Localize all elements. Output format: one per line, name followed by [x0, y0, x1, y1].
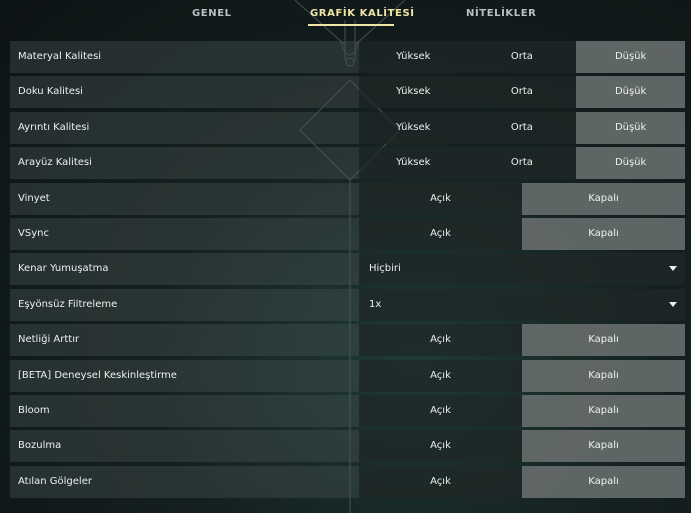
- option-off[interactable]: Kapalı: [522, 217, 685, 250]
- option-medium[interactable]: Orta: [468, 76, 577, 108]
- setting-row-improve-clarity: Netliği Arttır Açık Kapalı: [10, 324, 685, 357]
- option-on[interactable]: Açık: [359, 360, 522, 392]
- setting-row-ui-quality: Arayüz Kalitesi Yüksek Orta Düşük: [10, 147, 685, 180]
- setting-row-vsync: VSync Açık Kapalı: [10, 217, 685, 250]
- chevron-down-icon: [669, 266, 677, 272]
- setting-label: Arayüz Kalitesi: [18, 157, 92, 169]
- setting-label: [BETA] Deneysel Keskinleştirme: [18, 369, 177, 381]
- option-group: Yüksek Orta Düşük: [359, 147, 685, 180]
- tab-general[interactable]: GENEL: [192, 8, 232, 19]
- option-high[interactable]: Yüksek: [359, 147, 468, 179]
- setting-row-vignette: Vinyet Açık Kapalı: [10, 182, 685, 215]
- setting-label: Doku Kalitesi: [18, 86, 83, 98]
- tab-graphics-quality[interactable]: GRAFİK KALİTESİ: [310, 8, 415, 19]
- setting-row-bloom: Bloom Açık Kapalı: [10, 394, 685, 427]
- settings-list: Materyal Kalitesi Yüksek Orta Düşük Doku…: [10, 41, 685, 501]
- setting-label: Eşyönsüz Filtreleme: [18, 298, 118, 310]
- setting-row-distortion: Bozulma Açık Kapalı: [10, 430, 685, 463]
- option-low[interactable]: Düşük: [576, 111, 685, 144]
- option-group: Açık Kapalı: [359, 217, 685, 250]
- option-group: Açık Kapalı: [359, 182, 685, 215]
- option-off[interactable]: Kapalı: [522, 182, 685, 215]
- anti-aliasing-dropdown[interactable]: Hiçbiri: [359, 253, 685, 286]
- option-group: Yüksek Orta Düşük: [359, 41, 685, 73]
- setting-row-detail-quality: Ayrıntı Kalitesi Yüksek Orta Düşük: [10, 111, 685, 144]
- setting-label: Kenar Yumuşatma: [18, 263, 109, 275]
- option-group: Açık Kapalı: [359, 359, 685, 392]
- option-on[interactable]: Açık: [359, 324, 522, 356]
- option-low[interactable]: Düşük: [576, 76, 685, 109]
- option-off[interactable]: Kapalı: [522, 430, 685, 463]
- option-group: Yüksek Orta Düşük: [359, 76, 685, 109]
- setting-label: Bozulma: [18, 440, 62, 452]
- option-on[interactable]: Açık: [359, 395, 522, 427]
- option-off[interactable]: Kapalı: [522, 324, 685, 357]
- option-group: Açık Kapalı: [359, 324, 685, 357]
- option-medium[interactable]: Orta: [468, 41, 577, 73]
- setting-label: Bloom: [18, 404, 50, 416]
- setting-label: Vinyet: [18, 192, 50, 204]
- option-group: Açık Kapalı: [359, 430, 685, 463]
- tab-attributes[interactable]: NİTELİKLER: [466, 8, 537, 19]
- option-medium[interactable]: Orta: [468, 147, 577, 179]
- active-tab-indicator: [308, 24, 394, 26]
- option-on[interactable]: Açık: [359, 218, 522, 250]
- option-on[interactable]: Açık: [359, 430, 522, 462]
- tab-bar: GENEL GRAFİK KALİTESİ NİTELİKLER: [0, 0, 691, 32]
- option-medium[interactable]: Orta: [468, 112, 577, 144]
- option-high[interactable]: Yüksek: [359, 76, 468, 108]
- option-low[interactable]: Düşük: [576, 147, 685, 180]
- dropdown-value: 1x: [369, 298, 382, 310]
- option-on[interactable]: Açık: [359, 183, 522, 215]
- option-group: Açık Kapalı: [359, 465, 685, 498]
- setting-row-anisotropic-filtering: Eşyönsüz Filtreleme 1x: [10, 288, 685, 321]
- option-off[interactable]: Kapalı: [522, 394, 685, 427]
- option-group: Açık Kapalı: [359, 394, 685, 427]
- setting-row-texture-quality: Doku Kalitesi Yüksek Orta Düşük: [10, 76, 685, 109]
- option-high[interactable]: Yüksek: [359, 41, 468, 73]
- option-off[interactable]: Kapalı: [522, 465, 685, 498]
- setting-row-cast-shadows: Atılan Gölgeler Açık Kapalı: [10, 465, 685, 498]
- option-on[interactable]: Açık: [359, 466, 522, 498]
- setting-label: Atılan Gölgeler: [18, 475, 92, 487]
- option-off[interactable]: Kapalı: [522, 359, 685, 392]
- dropdown-value: Hiçbiri: [369, 263, 401, 275]
- setting-row-material-quality: Materyal Kalitesi Yüksek Orta Düşük: [10, 41, 685, 73]
- setting-label: Materyal Kalitesi: [18, 51, 102, 62]
- setting-row-experimental-sharpening: [BETA] Deneysel Keskinleştirme Açık Kapa…: [10, 359, 685, 392]
- option-high[interactable]: Yüksek: [359, 112, 468, 144]
- setting-label: Ayrıntı Kalitesi: [18, 121, 90, 133]
- option-group: Yüksek Orta Düşük: [359, 111, 685, 144]
- setting-row-anti-aliasing: Kenar Yumuşatma Hiçbiri: [10, 253, 685, 286]
- anisotropic-filtering-dropdown[interactable]: 1x: [359, 288, 685, 321]
- setting-label: VSync: [18, 227, 49, 239]
- option-low[interactable]: Düşük: [576, 41, 685, 73]
- chevron-down-icon: [669, 301, 677, 307]
- setting-label: Netliği Arttır: [18, 334, 80, 346]
